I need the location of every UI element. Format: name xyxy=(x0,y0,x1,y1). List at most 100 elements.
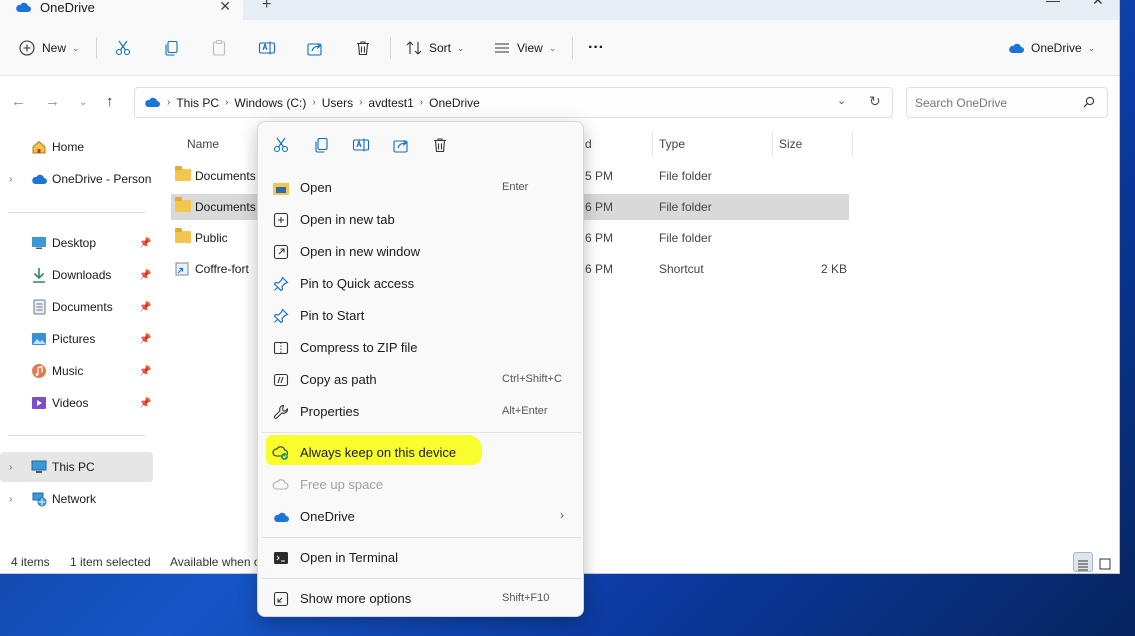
menu-divider xyxy=(262,537,581,538)
chevron-right-icon[interactable]: › xyxy=(9,462,12,473)
new-window-icon xyxy=(272,244,290,260)
sidebar-item-pictures[interactable]: Pictures 📌 xyxy=(0,324,153,354)
computer-icon xyxy=(31,459,47,475)
column-header-name[interactable]: Name xyxy=(187,137,219,151)
menu-item-label: OneDrive xyxy=(300,509,355,524)
menu-item-always-keep[interactable]: Always keep on this device xyxy=(262,437,581,469)
tiles-view-button[interactable] xyxy=(1095,552,1115,572)
file-type: File folder xyxy=(659,231,712,245)
menu-item-onedrive[interactable]: OneDrive › xyxy=(262,501,581,533)
address-bar[interactable]: › This PC › Windows (C:) › Users › avdte… xyxy=(134,87,893,118)
pin-icon[interactable]: 📌 xyxy=(139,238,151,249)
new-button[interactable]: New ⌄ xyxy=(18,20,80,76)
tab-onedrive[interactable]: OneDrive ✕ xyxy=(0,0,243,20)
menu-divider xyxy=(262,432,581,433)
context-rename-button[interactable] xyxy=(351,136,371,154)
breadcrumb-users[interactable]: Users xyxy=(322,96,353,110)
pin-icon[interactable]: 📌 xyxy=(139,270,151,281)
menu-item-pin-start[interactable]: Pin to Start xyxy=(262,300,581,332)
delete-button[interactable] xyxy=(354,20,372,76)
close-window-icon[interactable]: ✕ xyxy=(1092,0,1104,9)
up-arrow-icon[interactable]: ↑ xyxy=(106,93,114,110)
refresh-icon[interactable]: ↻ xyxy=(869,93,881,110)
sidebar-item-onedrive[interactable]: › OneDrive - Persona xyxy=(0,164,153,194)
sort-button[interactable]: Sort ⌄ xyxy=(405,20,465,76)
pin-icon[interactable]: 📌 xyxy=(139,334,151,345)
column-header-size[interactable]: Size xyxy=(779,137,802,151)
plus-circle-icon xyxy=(18,39,36,57)
folder-icon xyxy=(175,228,191,245)
breadcrumb-this-pc[interactable]: This PC xyxy=(176,96,219,110)
address-history-chevron-icon[interactable]: ⌄ xyxy=(837,94,846,107)
onedrive-status-button[interactable]: OneDrive ⌄ xyxy=(1007,20,1095,76)
menu-item-shortcut: Alt+Enter xyxy=(502,405,548,417)
menu-item-compress-zip[interactable]: Compress to ZIP file xyxy=(262,332,581,364)
share-button[interactable] xyxy=(306,20,324,76)
view-button[interactable]: View ⌄ xyxy=(493,20,556,76)
menu-item-open[interactable]: Open Enter xyxy=(262,172,581,204)
menu-item-label: Free up space xyxy=(300,477,384,492)
menu-item-open-new-tab[interactable]: Open in new tab xyxy=(262,204,581,236)
sidebar-item-music[interactable]: Music 📌 xyxy=(0,356,153,386)
menu-item-copy-as-path[interactable]: Copy as path Ctrl+Shift+C xyxy=(262,364,581,396)
context-copy-button[interactable] xyxy=(311,136,331,154)
copy-path-icon xyxy=(272,372,290,388)
more-options-button[interactable]: ··· xyxy=(588,20,604,76)
context-cut-button[interactable] xyxy=(271,136,291,154)
forward-arrow-icon[interactable]: → xyxy=(45,93,60,110)
recent-locations-chevron-icon[interactable]: ⌄ xyxy=(79,97,87,108)
search-input[interactable]: Search OneDrive xyxy=(906,87,1108,118)
breadcrumb-avdtest1[interactable]: avdtest1 xyxy=(368,96,413,110)
title-bar: OneDrive ✕ + — ✕ xyxy=(0,0,1119,20)
sidebar-item-videos[interactable]: Videos 📌 xyxy=(0,388,153,418)
breadcrumb-windows-c[interactable]: Windows (C:) xyxy=(234,96,306,110)
copy-icon xyxy=(162,39,180,57)
menu-item-label: Show more options xyxy=(300,591,412,606)
file-type: File folder xyxy=(659,169,712,183)
file-type: File folder xyxy=(659,200,712,214)
menu-item-open-terminal[interactable]: Open in Terminal xyxy=(262,542,581,574)
sidebar-divider xyxy=(8,435,145,436)
column-header-date[interactable]: d xyxy=(585,137,592,151)
column-header-type[interactable]: Type xyxy=(659,137,685,151)
sidebar-item-network[interactable]: › Network xyxy=(0,484,153,514)
menu-item-show-more-options[interactable]: Show more options Shift+F10 xyxy=(262,583,581,615)
sidebar-item-downloads[interactable]: Downloads 📌 xyxy=(0,260,153,290)
menu-item-pin-quick-access[interactable]: Pin to Quick access xyxy=(262,268,581,300)
sidebar-item-home[interactable]: Home xyxy=(0,132,153,162)
menu-item-label: Compress to ZIP file xyxy=(300,340,418,355)
menu-item-free-up-space[interactable]: Free up space xyxy=(262,469,581,501)
new-tab-button[interactable]: + xyxy=(262,0,271,14)
context-share-button[interactable] xyxy=(391,136,411,154)
pin-icon xyxy=(272,308,290,324)
paste-button[interactable] xyxy=(210,20,228,76)
chevron-right-icon: › xyxy=(167,97,171,108)
minimize-icon[interactable]: — xyxy=(1046,0,1060,8)
chevron-right-icon: › xyxy=(359,97,363,108)
pin-icon[interactable]: 📌 xyxy=(139,366,151,377)
sidebar-item-documents[interactable]: Documents 📌 xyxy=(0,292,153,322)
back-arrow-icon[interactable]: ← xyxy=(11,93,26,110)
breadcrumb-onedrive[interactable]: OneDrive xyxy=(429,96,480,110)
copy-button[interactable] xyxy=(162,20,180,76)
chevron-right-icon[interactable]: › xyxy=(9,174,12,185)
details-view-button[interactable] xyxy=(1073,552,1093,572)
pin-icon[interactable]: 📌 xyxy=(139,398,151,409)
menu-item-open-new-window[interactable]: Open in new window xyxy=(262,236,581,268)
menu-item-properties[interactable]: Properties Alt+Enter xyxy=(262,396,581,428)
chevron-down-icon: ⌄ xyxy=(548,42,557,53)
rename-button[interactable] xyxy=(258,20,276,76)
pin-icon[interactable]: 📌 xyxy=(139,302,151,313)
sort-icon xyxy=(405,39,423,57)
menu-item-label: Open xyxy=(300,180,332,195)
context-delete-button[interactable] xyxy=(430,136,450,154)
cut-button[interactable] xyxy=(114,20,132,76)
menu-item-label: Pin to Quick access xyxy=(300,276,415,291)
sidebar-item-desktop[interactable]: Desktop 📌 xyxy=(0,228,153,258)
sidebar-item-this-pc[interactable]: › This PC xyxy=(0,452,153,482)
chevron-right-icon[interactable]: › xyxy=(9,494,12,505)
videos-icon xyxy=(31,395,47,411)
close-tab-icon[interactable]: ✕ xyxy=(219,0,231,15)
search-placeholder: Search OneDrive xyxy=(915,95,1008,110)
menu-item-label: Pin to Start xyxy=(300,308,365,323)
